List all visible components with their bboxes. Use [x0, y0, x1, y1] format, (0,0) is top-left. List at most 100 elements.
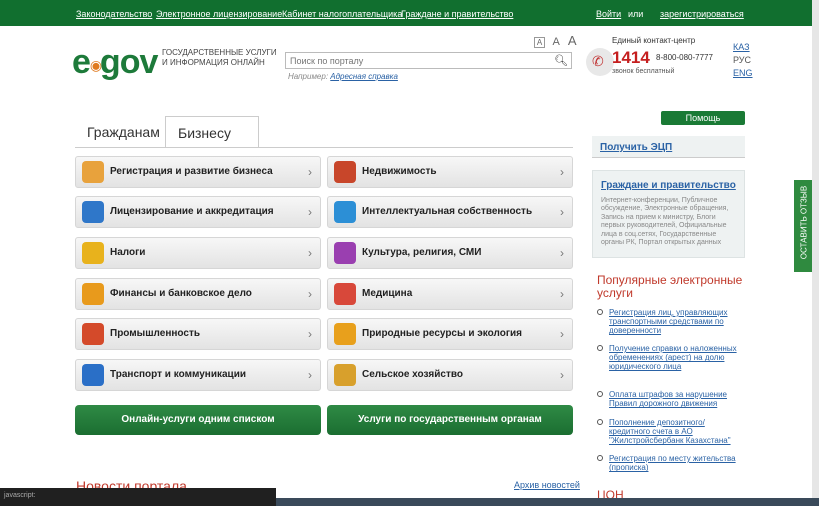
chevron-right-icon: ›: [308, 205, 312, 219]
page-scrollbar[interactable]: [812, 0, 819, 506]
bullet-icon: [597, 455, 603, 461]
popular-service-link[interactable]: Регистрация по месту жительства (прописк…: [609, 454, 747, 472]
medical-cross-icon: [334, 283, 356, 305]
lang-rus[interactable]: РУС: [733, 55, 751, 65]
category-real-estate[interactable]: Недвижимость ›: [327, 156, 573, 188]
trowel-icon: [82, 323, 104, 345]
chevron-right-icon: ›: [560, 246, 564, 260]
category-licensing[interactable]: Лицензирование и аккредитация ›: [75, 196, 321, 228]
category-label: Налоги: [110, 247, 146, 258]
category-business-registration[interactable]: Регистрация и развитие бизнеса ›: [75, 156, 321, 188]
chevron-right-icon: ›: [560, 287, 564, 301]
phone-icon: ✆: [592, 53, 604, 69]
tree-icon: [334, 323, 356, 345]
category-label: Лицензирование и аккредитация: [110, 206, 274, 217]
get-ecp-link[interactable]: Получить ЭЦП: [600, 142, 672, 153]
search-box: 🔍︎: [285, 52, 572, 69]
font-size-large[interactable]: A: [568, 33, 577, 48]
bullet-icon: [597, 391, 603, 397]
search-input[interactable]: [286, 53, 546, 68]
category-medicine[interactable]: Медицина ›: [327, 278, 573, 310]
feedback-label: ОСТАВИТЬ ОТЗЫВ: [799, 185, 809, 260]
category-taxes[interactable]: Налоги ›: [75, 237, 321, 269]
contact-number: 1414: [612, 48, 650, 67]
chevron-right-icon: ›: [308, 165, 312, 179]
category-label: Финансы и банковское дело: [110, 288, 252, 299]
category-intellectual-property[interactable]: Интеллектуальная собственность ›: [327, 196, 573, 228]
chevron-right-icon: ›: [560, 327, 564, 341]
browser-status-bar: javascript:: [0, 488, 276, 506]
category-finance[interactable]: Финансы и банковское дело ›: [75, 278, 321, 310]
news-archive-link[interactable]: Архив новостей: [514, 480, 580, 490]
category-label: Медицина: [362, 288, 413, 299]
top-link-legislation[interactable]: Законодательство: [76, 9, 152, 19]
ecp-panel: Получить ЭЦП: [592, 136, 745, 158]
category-natural-resources[interactable]: Природные ресурсы и экология ›: [327, 318, 573, 350]
font-size-small[interactable]: A: [534, 37, 545, 48]
online-services-list-button[interactable]: Онлайн-услуги одним списком: [75, 405, 321, 435]
tab-business[interactable]: Бизнесу: [165, 116, 259, 148]
wheat-icon: [334, 364, 356, 386]
example-prefix: Например:: [288, 72, 329, 81]
bullet-icon: [597, 345, 603, 351]
chevron-right-icon: ›: [308, 246, 312, 260]
popular-service-link[interactable]: Регистрация лиц, управляющих транспортны…: [609, 308, 747, 336]
tagline-line-2: И ИНФОРМАЦИЯ ОНЛАЙН: [162, 58, 265, 67]
license-icon: [82, 201, 104, 223]
popular-service-link[interactable]: Оплата штрафов за нарушение Правил дорож…: [609, 390, 747, 408]
contact-alt-number: 8-800-080-7777: [656, 53, 713, 62]
category-agriculture[interactable]: Сельское хозяйство ›: [327, 359, 573, 391]
lang-eng[interactable]: ENG: [733, 68, 753, 78]
popular-service-link[interactable]: Получение справки о наложенных обременен…: [609, 344, 747, 372]
font-size-medium[interactable]: A: [552, 36, 559, 48]
truck-icon: [82, 364, 104, 386]
top-nav-bar: Законодательство Электронное лицензирова…: [0, 0, 819, 26]
status-text: javascript:: [4, 492, 36, 499]
category-label: Культура, религия, СМИ: [362, 247, 482, 258]
bullet-icon: [597, 309, 603, 315]
culture-icon: [334, 242, 356, 264]
chevron-right-icon: ›: [308, 287, 312, 301]
contact-free-note: звонок бесплатный: [612, 68, 675, 75]
citizens-government-link[interactable]: Граждане и правительство: [601, 180, 736, 191]
lang-kaz[interactable]: КАЗ: [733, 42, 750, 52]
category-label: Транспорт и коммуникации: [110, 369, 246, 380]
tagline: ГОСУДАРСТВЕННЫЕ УСЛУГИ И ИНФОРМАЦИЯ ОНЛА…: [162, 48, 282, 68]
font-size-switcher: A A A: [534, 33, 582, 48]
category-label: Промышленность: [110, 328, 200, 339]
login-link[interactable]: Войти: [596, 9, 621, 19]
category-transport[interactable]: Транспорт и коммуникации ›: [75, 359, 321, 391]
popular-service-link[interactable]: Пополнение депозитного/ кредитного счета…: [609, 418, 747, 446]
percent-icon: [82, 242, 104, 264]
copyright-icon: [334, 201, 356, 223]
help-button[interactable]: Помощь: [661, 111, 745, 125]
briefcase-icon: [82, 161, 104, 183]
egov-logo[interactable]: e◉gov: [72, 42, 158, 85]
search-icon[interactable]: 🔍︎: [554, 54, 568, 67]
register-link[interactable]: зарегистрироваться: [660, 9, 744, 19]
category-culture[interactable]: Культура, религия, СМИ ›: [327, 237, 573, 269]
top-link-taxpayer-cabinet[interactable]: Кабинет налогоплательщика: [282, 9, 402, 19]
category-label: Недвижимость: [362, 166, 437, 177]
contact-title: Единый контакт-центр: [612, 36, 696, 45]
chevron-right-icon: ›: [308, 327, 312, 341]
house-icon: [334, 161, 356, 183]
chevron-right-icon: ›: [560, 165, 564, 179]
category-label: Сельское хозяйство: [362, 369, 463, 380]
search-example: Например: Адресная справка: [288, 72, 398, 81]
category-label: Интеллектуальная собственность: [362, 206, 533, 217]
services-by-agency-button[interactable]: Услуги по государственным органам: [327, 405, 573, 435]
feedback-tab[interactable]: ОСТАВИТЬ ОТЗЫВ: [794, 180, 813, 272]
bullet-icon: [597, 419, 603, 425]
phone-badge: ✆: [586, 48, 614, 76]
example-link[interactable]: Адресная справка: [330, 72, 398, 81]
logo-dot-icon: ◉: [89, 57, 102, 73]
citizens-government-panel: Граждане и правительство Интернет-конфер…: [592, 170, 745, 258]
top-link-citizens-government[interactable]: Граждане и правительство: [401, 9, 513, 19]
top-link-e-licensing[interactable]: Электронное лицензирование: [156, 9, 282, 19]
chevron-right-icon: ›: [560, 368, 564, 382]
page: Законодательство Электронное лицензирова…: [0, 0, 819, 506]
chevron-right-icon: ›: [560, 205, 564, 219]
category-industry[interactable]: Промышленность ›: [75, 318, 321, 350]
tab-citizens[interactable]: Гражданам: [75, 116, 165, 148]
